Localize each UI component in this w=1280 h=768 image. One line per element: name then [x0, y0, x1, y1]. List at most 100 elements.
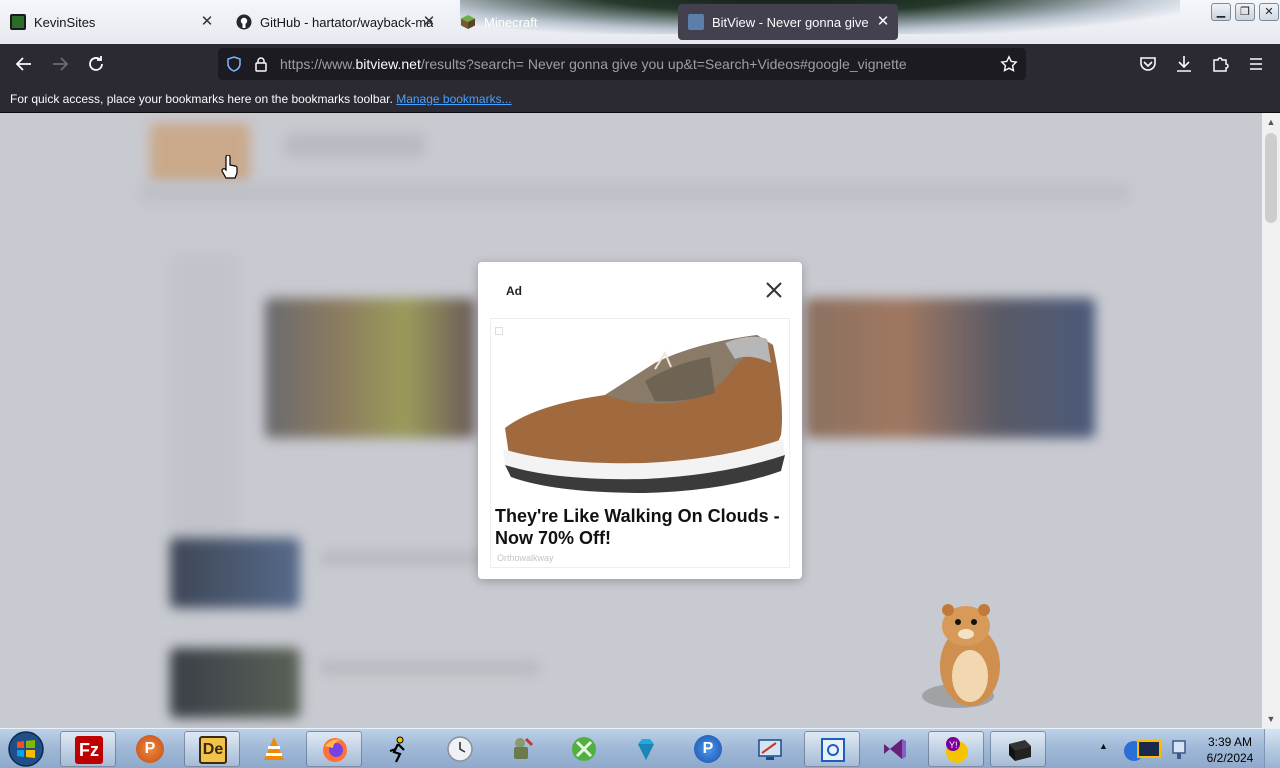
clock-time: 3:39 AM: [1207, 735, 1253, 749]
vlc-cone-icon: [264, 737, 284, 760]
filezilla-icon: Fz: [75, 736, 103, 764]
aim-runner-icon: [389, 736, 405, 763]
lock-icon[interactable]: [254, 56, 268, 72]
tab-github[interactable]: GitHub - hartator/wayback-ma ✕: [226, 4, 444, 40]
reload-button[interactable]: [82, 50, 110, 78]
scroll-down-icon[interactable]: ▼: [1265, 713, 1277, 725]
minimize-button[interactable]: ▁: [1211, 3, 1231, 21]
manage-bookmarks-link[interactable]: Manage bookmarks...: [396, 92, 511, 106]
blurred-video-thumb: [265, 298, 475, 438]
puzzle-piece-icon: [1213, 57, 1229, 72]
bookmark-star-icon[interactable]: [1000, 55, 1018, 73]
remote-desktop-icon: [758, 739, 782, 760]
pocket-button[interactable]: [1134, 50, 1162, 78]
close-icon[interactable]: ✕: [198, 13, 216, 31]
hand-cursor-icon: [221, 155, 238, 179]
taskbar-terminal[interactable]: [990, 731, 1046, 767]
window-close-button[interactable]: ✕: [1259, 3, 1279, 21]
ad-headline[interactable]: They're Like Walking On Clouds - Now 70%…: [495, 505, 787, 549]
blurred-search-bar: [285, 133, 425, 157]
network-icon[interactable]: [1170, 737, 1188, 761]
extensions-button[interactable]: [1206, 50, 1234, 78]
tab-kevinsites[interactable]: KevinSites ✕: [0, 4, 222, 40]
start-button[interactable]: [6, 730, 46, 768]
visual-studio-icon: [884, 739, 906, 759]
clock-date: 6/2/2024: [1206, 751, 1254, 765]
tray-app-icon[interactable]: [1120, 735, 1168, 763]
tab-title: GitHub - hartator/wayback-ma: [260, 14, 434, 30]
taskbar-firefox[interactable]: [306, 731, 362, 767]
minimize-icon: ▁: [1216, 6, 1226, 18]
diamond-icon: [638, 739, 654, 760]
url-path: /results?search= Never gonna give you up…: [420, 56, 907, 72]
taskbar-p-circle-app[interactable]: P: [680, 731, 736, 767]
tracking-protection-shield-icon[interactable]: [226, 56, 242, 72]
kevinsites-favicon-icon: [10, 14, 26, 30]
ad-vignette-dialog: Ad They're Like Walking On Clouds - Now …: [478, 262, 802, 579]
url-prefix: https://www.: [280, 56, 356, 72]
paint-tools-icon: [514, 737, 534, 759]
ad-creative[interactable]: They're Like Walking On Clouds - Now 70%…: [490, 318, 790, 568]
scroll-thumb[interactable]: [1265, 133, 1277, 223]
ad-advertiser-name[interactable]: Orthowalkway: [497, 553, 554, 563]
ad-close-button[interactable]: [762, 278, 786, 302]
close-icon: [766, 282, 782, 298]
taskbar-yahoo-messenger[interactable]: Y!: [928, 731, 984, 767]
bookmarks-toolbar: For quick access, place your bookmarks h…: [0, 85, 1280, 113]
blurred-video-thumb: [805, 298, 1095, 438]
download-icon: [1177, 56, 1191, 72]
de-icon: De: [199, 736, 227, 764]
tab-minecraft[interactable]: Minecraft: [450, 4, 672, 40]
blurred-video-thumb: [170, 538, 300, 608]
close-icon[interactable]: ✕: [420, 13, 438, 31]
taskbar-filezilla[interactable]: Fz: [60, 731, 116, 767]
url-domain: bitview.net: [355, 56, 421, 72]
forward-button[interactable]: [46, 50, 74, 78]
tab-strip: KevinSites ✕ GitHub - hartator/wayback-m…: [0, 0, 1280, 44]
taskbar-aim[interactable]: [370, 731, 426, 767]
forward-arrow-icon: [53, 57, 69, 71]
show-desktop-button[interactable]: [1264, 729, 1280, 768]
tab-bitview-active[interactable]: BitView - Never gonna give you ✕: [678, 4, 898, 40]
system-clock[interactable]: 3:39 AM 6/2/2024: [1190, 734, 1270, 766]
minecraft-favicon-icon: [460, 14, 476, 30]
pocket-icon: [1140, 57, 1156, 71]
p-badge-icon: P: [136, 735, 164, 763]
tray-overflow-arrow-icon[interactable]: ▲: [1099, 741, 1111, 753]
restore-button[interactable]: ❐: [1235, 3, 1255, 21]
downloads-button[interactable]: [1170, 50, 1198, 78]
taskbar-p-app[interactable]: P: [122, 731, 178, 767]
taskbar-remote-app[interactable]: [742, 731, 798, 767]
github-favicon-icon: [236, 14, 252, 30]
taskbar-settings-window[interactable]: [804, 731, 860, 767]
xbox-icon: [572, 737, 596, 761]
taskbar-clock-app[interactable]: [432, 731, 488, 767]
reload-icon: [89, 56, 103, 71]
url-bar[interactable]: https://www.bitview.net/results?search= …: [218, 48, 1026, 80]
taskbar-vlc[interactable]: [246, 731, 302, 767]
p-circle-icon: P: [694, 735, 722, 763]
url-text[interactable]: https://www.bitview.net/results?search= …: [280, 56, 907, 72]
hamster-desktop-pet[interactable]: [918, 600, 1010, 712]
scroll-up-icon[interactable]: ▲: [1265, 116, 1277, 128]
taskbar-xbox[interactable]: [556, 731, 612, 767]
page-scrollbar[interactable]: ▲ ▼: [1262, 113, 1280, 728]
blurred-text-line: [320, 663, 540, 673]
taskbar-paint-tools[interactable]: [494, 731, 550, 767]
hamburger-menu-icon: [1250, 58, 1262, 70]
close-icon: ✕: [1264, 6, 1274, 18]
taskbar-de-app[interactable]: De: [184, 731, 240, 767]
back-button[interactable]: [10, 50, 38, 78]
ad-label: Ad: [506, 284, 522, 298]
terminal-icon: [1009, 740, 1031, 761]
brown-shoe-image[interactable]: [495, 323, 787, 493]
firefox-icon: [323, 738, 347, 762]
svg-text:Y!: Y!: [949, 740, 958, 750]
app-menu-button[interactable]: [1242, 50, 1270, 78]
yahoo-messenger-icon: Y!: [946, 737, 968, 763]
tab-title: KevinSites: [34, 14, 96, 30]
taskbar-diamond-app[interactable]: [618, 731, 674, 767]
blurred-video-thumb: [170, 648, 300, 718]
taskbar-visual-studio[interactable]: [866, 731, 922, 767]
close-icon[interactable]: ✕: [874, 13, 892, 31]
